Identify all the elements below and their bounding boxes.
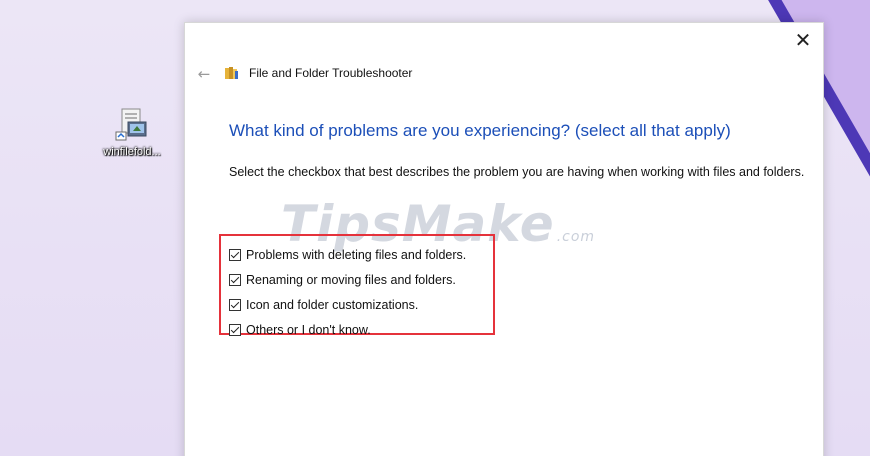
close-icon: ✕ — [794, 28, 812, 52]
window-title: File and Folder Troubleshooter — [249, 66, 413, 80]
option-customizations-label: Icon and folder customizations. — [246, 297, 419, 312]
troubleshooter-window: ✕ ← File and Folder Troubleshooter What … — [184, 22, 824, 456]
option-deleting-label: Problems with deleting files and folders… — [246, 247, 467, 262]
desktop-shortcut-label: winfilefold... — [103, 146, 161, 158]
troubleshooter-file-icon — [114, 106, 150, 142]
back-arrow-icon: ← — [197, 65, 211, 83]
checkbox-deleting[interactable] — [229, 248, 241, 261]
close-button[interactable]: ✕ — [791, 29, 815, 53]
option-others[interactable]: Others or I don't know. — [229, 317, 466, 342]
option-deleting[interactable]: Problems with deleting files and folders… — [229, 242, 466, 267]
options-list: Problems with deleting files and folders… — [229, 242, 466, 342]
watermark-suffix: .com — [556, 229, 596, 245]
page-description: Select the checkbox that best describes … — [229, 165, 805, 179]
option-renaming-label: Renaming or moving files and folders. — [246, 272, 456, 287]
checkbox-renaming[interactable] — [229, 273, 241, 286]
option-customizations[interactable]: Icon and folder customizations. — [229, 292, 466, 317]
option-others-label: Others or I don't know. — [246, 322, 371, 337]
back-button[interactable]: ← — [195, 65, 213, 83]
desktop-shortcut[interactable]: winfilefold... — [90, 106, 174, 158]
page-heading: What kind of problems are you experienci… — [229, 121, 731, 140]
window-title-row: File and Folder Troubleshooter — [225, 66, 412, 80]
desktop-background: winfilefold... ✕ ← File and Folder Troub… — [0, 0, 870, 456]
option-renaming[interactable]: Renaming or moving files and folders. — [229, 267, 466, 292]
checkbox-customizations[interactable] — [229, 298, 241, 311]
folder-icon — [225, 67, 238, 79]
checkbox-others[interactable] — [229, 323, 241, 336]
